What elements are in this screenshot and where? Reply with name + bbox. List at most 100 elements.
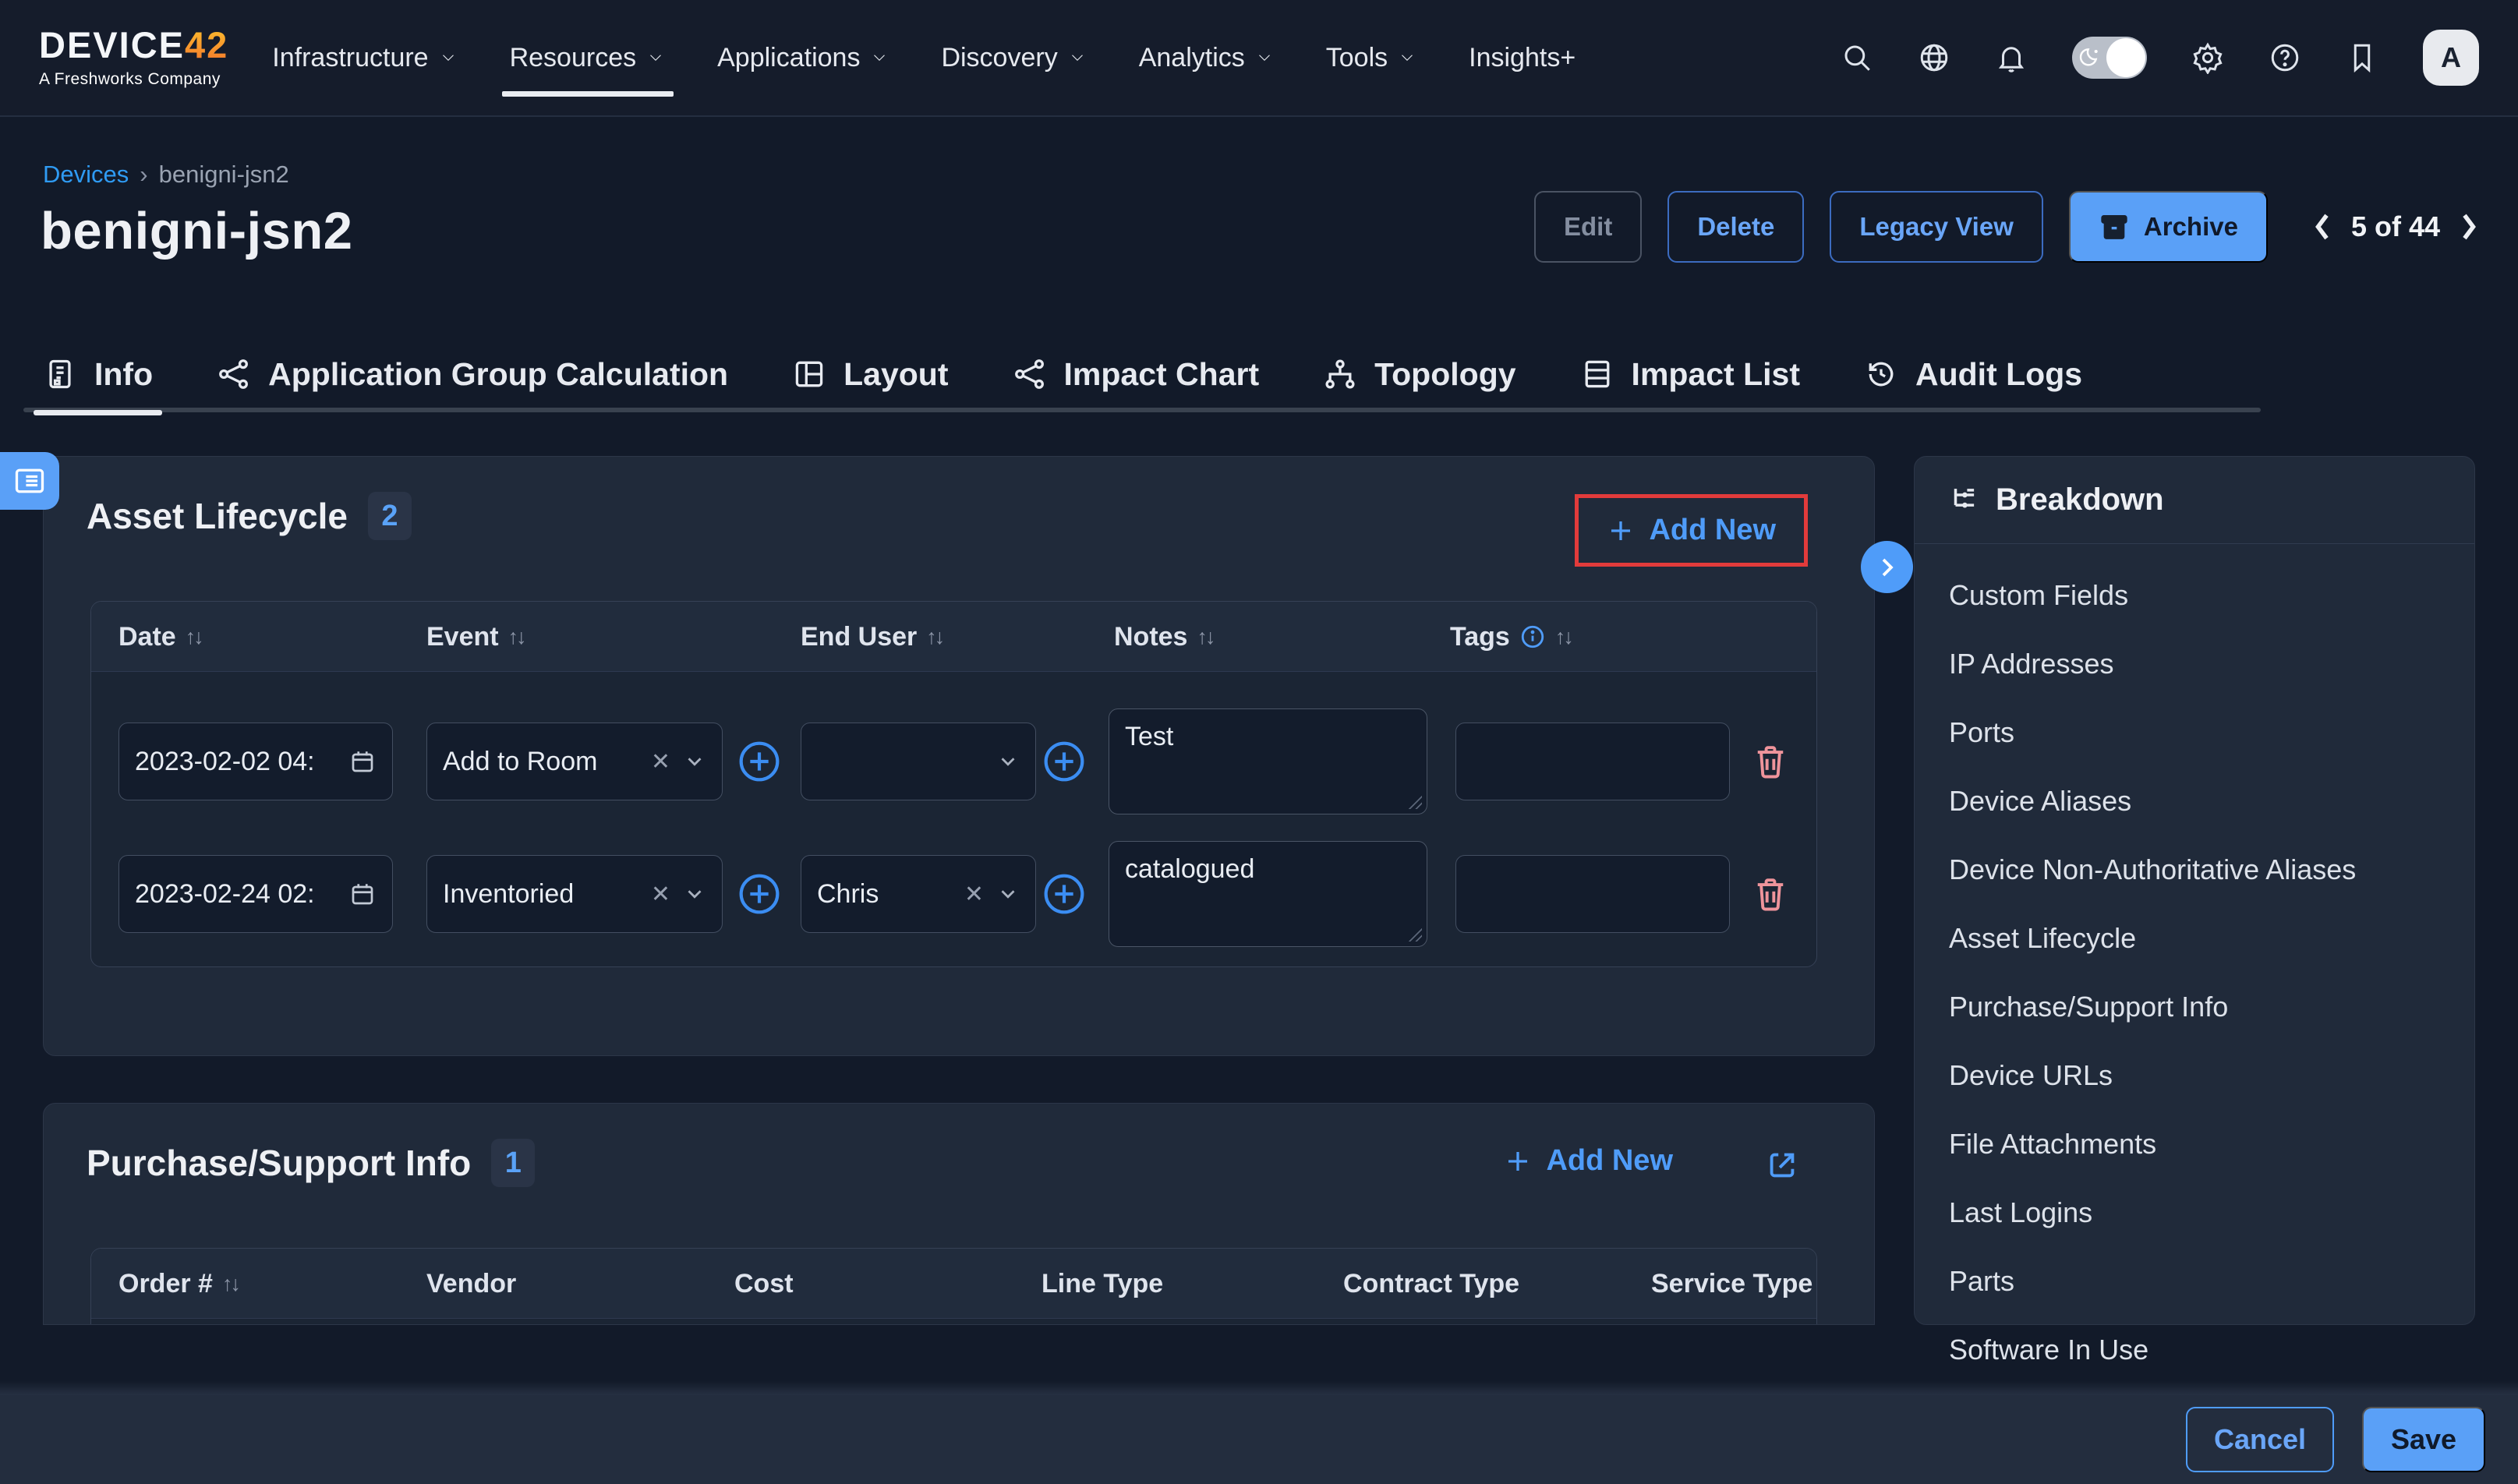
date-value: 2023-02-24 02: bbox=[135, 879, 348, 910]
edit-button[interactable]: Edit bbox=[1534, 191, 1642, 263]
cancel-button[interactable]: Cancel bbox=[2186, 1407, 2334, 1472]
bookmark-icon[interactable] bbox=[2346, 41, 2378, 74]
clear-icon[interactable]: ✕ bbox=[651, 881, 670, 908]
record-pager: 5 of 44 bbox=[2311, 210, 2481, 244]
breakdown-item[interactable]: File Attachments bbox=[1915, 1110, 2474, 1178]
breakdown-item[interactable]: IP Addresses bbox=[1915, 630, 2474, 698]
resize-handle[interactable] bbox=[1406, 793, 1422, 809]
chevron-down-icon[interactable] bbox=[996, 750, 1020, 773]
event-select[interactable]: Add to Room ✕ bbox=[426, 723, 723, 800]
add-new-lifecycle-button[interactable]: Add New bbox=[1575, 494, 1808, 567]
chevron-down-icon[interactable] bbox=[683, 882, 706, 906]
audit-logs-icon bbox=[1864, 357, 1898, 391]
tab-impact-chart[interactable]: Impact Chart bbox=[1013, 337, 1260, 412]
clear-icon[interactable]: ✕ bbox=[964, 881, 984, 908]
device42-logo[interactable]: DEVICE42 A Freshworks Company bbox=[39, 26, 228, 89]
breakdown-item[interactable]: Ports bbox=[1915, 698, 2474, 767]
chevron-down-icon bbox=[1397, 48, 1417, 68]
tags-input[interactable] bbox=[1455, 855, 1730, 933]
column-label: Line Type bbox=[1042, 1269, 1163, 1299]
breakdown-item[interactable]: Device URLs bbox=[1915, 1041, 2474, 1110]
purchase-table: Order # ↑↓ Vendor ↑↓ Cost ↑↓ Line Type ↑… bbox=[90, 1248, 1817, 1325]
nav-item[interactable]: Insights+ bbox=[1469, 0, 1576, 115]
tab-layout[interactable]: Layout bbox=[792, 337, 948, 412]
column-label: Order # bbox=[118, 1269, 213, 1299]
date-field[interactable]: 2023-02-24 02: bbox=[118, 855, 393, 933]
add-new-purchase-button[interactable]: Add New bbox=[1504, 1144, 1673, 1178]
breakdown-item[interactable]: Device Non-Authoritative Aliases bbox=[1915, 836, 2474, 904]
chevron-down-icon[interactable] bbox=[996, 882, 1020, 906]
breakdown-collapse-button[interactable] bbox=[1861, 541, 1913, 593]
nav-item[interactable]: Resources bbox=[510, 0, 667, 115]
nav-item[interactable]: Discovery bbox=[941, 0, 1087, 115]
sort-icon[interactable]: ↑↓ bbox=[508, 625, 525, 649]
delete-button[interactable]: Delete bbox=[1667, 191, 1804, 263]
breakdown-item[interactable]: Asset Lifecycle bbox=[1915, 904, 2474, 973]
dark-mode-toggle[interactable] bbox=[2072, 37, 2147, 79]
help-icon[interactable] bbox=[2269, 41, 2301, 74]
sort-icon[interactable]: ↑↓ bbox=[186, 625, 202, 649]
add-end-user-button[interactable] bbox=[1042, 740, 1086, 783]
notes-textarea[interactable]: Test bbox=[1109, 708, 1427, 814]
tab-application-group-calculation[interactable]: Application Group Calculation bbox=[217, 337, 728, 412]
sort-icon[interactable]: ↑↓ bbox=[926, 625, 942, 649]
nav-item[interactable]: Analytics bbox=[1139, 0, 1275, 115]
list-icon bbox=[12, 464, 47, 498]
nav-item[interactable]: Infrastructure bbox=[272, 0, 458, 115]
sort-icon[interactable]: ↑↓ bbox=[1555, 625, 1572, 649]
tab-audit-logs[interactable]: Audit Logs bbox=[1864, 337, 2082, 412]
tab-topology[interactable]: Topology bbox=[1323, 337, 1515, 412]
chevron-down-icon bbox=[1254, 48, 1275, 68]
tab-impact-list[interactable]: Impact List bbox=[1580, 337, 1800, 412]
tags-input[interactable] bbox=[1455, 723, 1730, 800]
nav-item[interactable]: Applications bbox=[717, 0, 889, 115]
save-button[interactable]: Save bbox=[2362, 1407, 2485, 1472]
calendar-icon[interactable] bbox=[348, 880, 377, 908]
breakdown-item[interactable]: Device Aliases bbox=[1915, 767, 2474, 836]
tab-info[interactable]: Info bbox=[43, 337, 153, 412]
chevron-down-icon bbox=[438, 48, 458, 68]
delete-row-icon[interactable] bbox=[1750, 740, 1791, 783]
prev-record-icon[interactable] bbox=[2311, 210, 2334, 244]
date-field[interactable]: 2023-02-02 04: bbox=[118, 723, 393, 800]
gear-icon[interactable] bbox=[2191, 41, 2224, 74]
bell-icon[interactable] bbox=[1995, 41, 2028, 74]
search-icon[interactable] bbox=[1841, 41, 1873, 74]
sort-icon[interactable]: ↑↓ bbox=[1197, 625, 1213, 649]
breakdown-item[interactable]: Last Logins bbox=[1915, 1178, 2474, 1247]
section-list-flyout-button[interactable] bbox=[0, 452, 59, 510]
external-link-icon[interactable] bbox=[1764, 1147, 1800, 1183]
save-bar: Cancel Save bbox=[0, 1395, 2518, 1484]
breakdown-item[interactable]: Parts bbox=[1915, 1247, 2474, 1316]
breakdown-item[interactable]: Purchase/Support Info bbox=[1915, 973, 2474, 1041]
sort-icon[interactable]: ↑↓ bbox=[222, 1272, 239, 1296]
moon-icon bbox=[2078, 45, 2103, 70]
end-user-select[interactable]: ✕ bbox=[801, 723, 1036, 800]
tab-label: Layout bbox=[843, 356, 948, 393]
breakdown-item[interactable]: Custom Fields bbox=[1915, 561, 2474, 630]
legacy-view-button[interactable]: Legacy View bbox=[1830, 191, 2043, 263]
info-icon[interactable] bbox=[1519, 624, 1546, 650]
clear-icon[interactable]: ✕ bbox=[651, 748, 670, 776]
resize-handle[interactable] bbox=[1406, 926, 1422, 942]
end-user-select[interactable]: Chris ✕ bbox=[801, 855, 1036, 933]
calendar-icon[interactable] bbox=[348, 747, 377, 776]
notes-value: Test bbox=[1125, 722, 1173, 752]
delete-row-icon[interactable] bbox=[1750, 872, 1791, 916]
avatar[interactable]: A bbox=[2423, 30, 2479, 86]
add-end-user-button[interactable] bbox=[1042, 872, 1086, 916]
date-value: 2023-02-02 04: bbox=[135, 747, 348, 777]
notes-textarea[interactable]: catalogued bbox=[1109, 841, 1427, 947]
breadcrumb-devices-link[interactable]: Devices bbox=[43, 161, 129, 189]
archive-button[interactable]: Archive bbox=[2069, 191, 2268, 263]
add-event-button[interactable] bbox=[737, 872, 781, 916]
section-title: Purchase/Support Info bbox=[87, 1142, 471, 1184]
next-record-icon[interactable] bbox=[2457, 210, 2481, 244]
globe-icon[interactable] bbox=[1918, 41, 1950, 74]
breakdown-item[interactable]: Software In Use bbox=[1915, 1316, 2474, 1384]
chevron-down-icon[interactable] bbox=[683, 750, 706, 773]
event-select[interactable]: Inventoried ✕ bbox=[426, 855, 723, 933]
nav-item[interactable]: Tools bbox=[1326, 0, 1417, 115]
column-header: Notes ↑↓ bbox=[1114, 602, 1213, 672]
add-event-button[interactable] bbox=[737, 740, 781, 783]
